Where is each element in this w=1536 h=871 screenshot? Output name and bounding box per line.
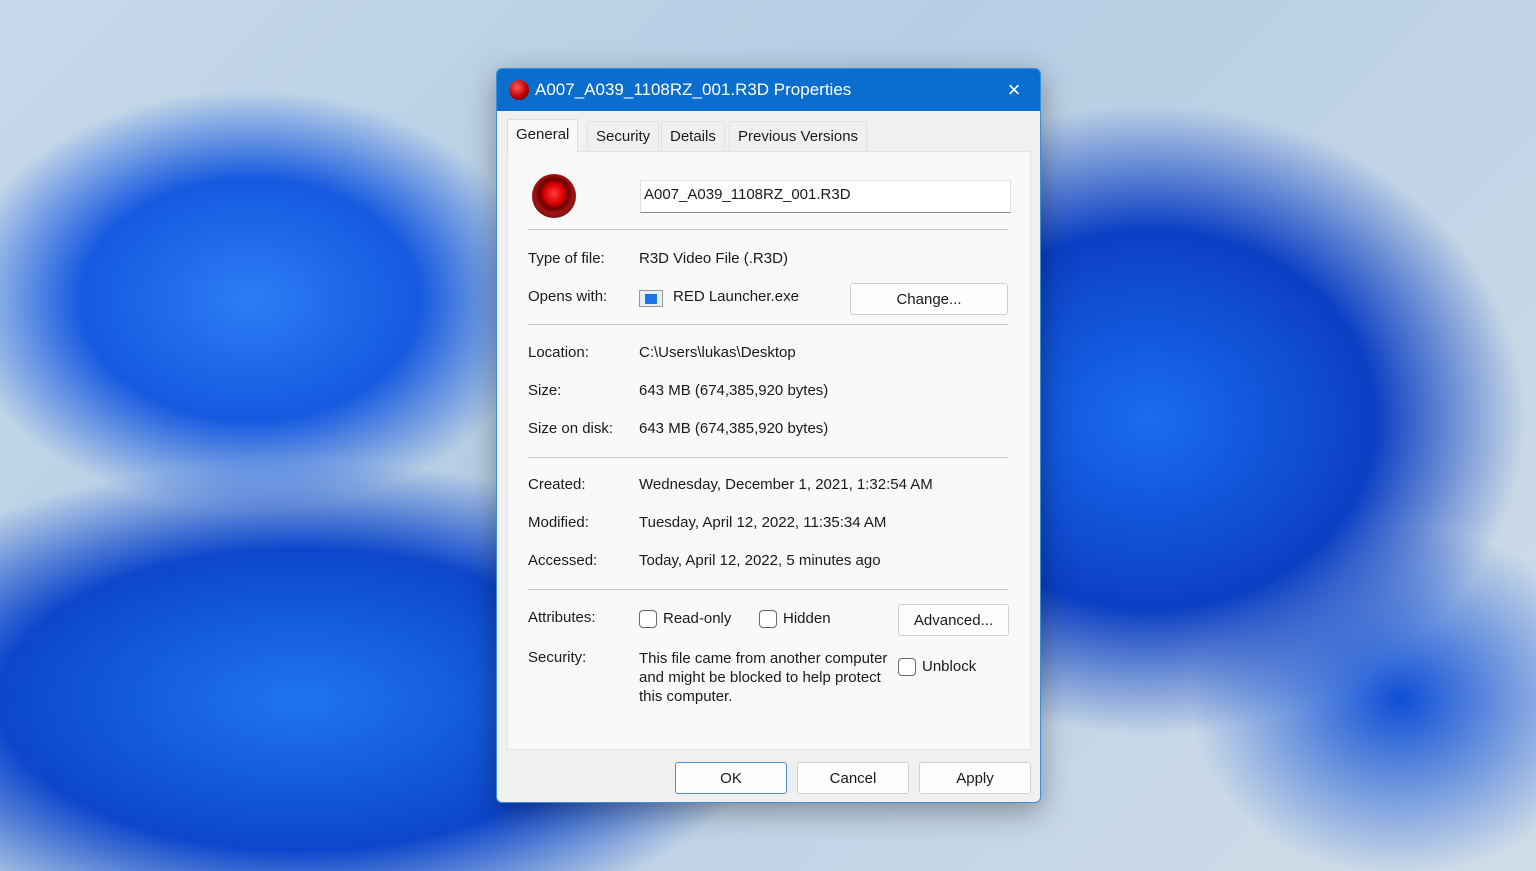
divider [528,589,1008,590]
tab-general[interactable]: General [507,119,579,153]
tab-security[interactable]: Security [587,121,660,152]
hidden-checkbox[interactable] [759,610,777,628]
attributes-label: Attributes: [528,609,596,626]
close-icon[interactable]: × [1002,77,1026,103]
accessed-label: Accessed: [528,552,598,569]
modified-label: Modified: [528,514,589,531]
advanced-button[interactable]: Advanced... [898,604,1009,636]
window-title: A007_A039_1108RZ_001.R3D Properties [535,80,852,99]
created-value: Wednesday, December 1, 2021, 1:32:54 AM [639,476,933,493]
divider [528,324,1008,325]
hidden-label[interactable]: Hidden [783,610,831,627]
red-file-icon [509,80,529,100]
created-label: Created: [528,476,586,493]
divider [528,457,1008,458]
security-text: This file came from another computer and… [639,650,888,705]
ok-button[interactable]: OK [675,762,787,794]
readonly-checkbox[interactable] [639,610,657,628]
size-label: Size: [528,382,562,399]
size-disk-label: Size on disk: [528,420,614,437]
location-value: C:\Users\lukas\Desktop [639,344,796,361]
unblock-label[interactable]: Unblock [922,658,976,675]
divider [528,229,1008,230]
location-label: Location: [528,344,589,361]
app-icon [639,290,663,307]
opens-label: Opens with: [528,288,608,305]
tab-details[interactable]: Details [661,121,725,152]
cancel-button[interactable]: Cancel [797,762,909,794]
tab-previous-versions[interactable]: Previous Versions [729,121,868,152]
general-panel: A007_A039_1108RZ_001.R3D Type of file: R… [507,151,1031,750]
unblock-checkbox[interactable] [898,658,916,676]
size-value: 643 MB (674,385,920 bytes) [639,382,829,399]
modified-value: Tuesday, April 12, 2022, 11:35:34 AM [639,514,887,531]
apply-button[interactable]: Apply [919,762,1031,794]
type-label: Type of file: [528,250,605,267]
red-player-icon [532,174,576,218]
type-value: R3D Video File (.R3D) [639,250,788,267]
properties-dialog: A007_A039_1108RZ_001.R3D Properties × Se… [496,68,1041,803]
readonly-label[interactable]: Read-only [663,610,731,627]
accessed-value: Today, April 12, 2022, 5 minutes ago [639,552,881,569]
size-disk-value: 643 MB (674,385,920 bytes) [639,420,829,437]
filename-input[interactable]: A007_A039_1108RZ_001.R3D [640,180,1011,213]
opens-value: RED Launcher.exe [673,288,799,305]
title-bar[interactable]: A007_A039_1108RZ_001.R3D Properties × [497,69,1040,111]
change-button[interactable]: Change... [850,283,1008,315]
security-label: Security: [528,649,587,666]
